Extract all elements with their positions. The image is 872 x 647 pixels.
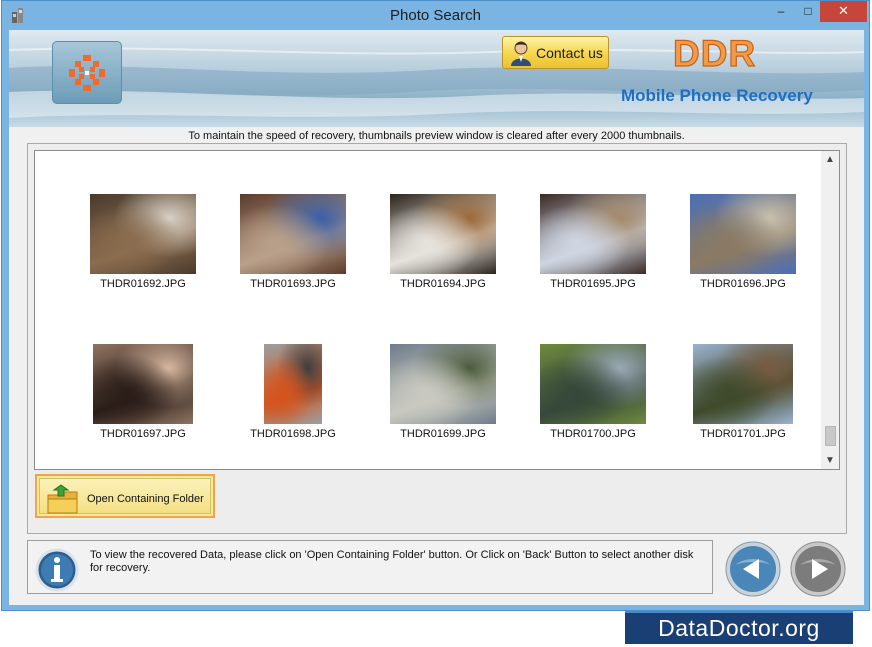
thumbnail-image[interactable] [93, 344, 193, 424]
thumbnail-item[interactable]: THDR01701.JPG [668, 344, 818, 454]
thumbnail-image[interactable] [693, 344, 793, 424]
header-banner: Contact us DDR Mobile Phone Recovery [9, 30, 864, 127]
thumbnail-image[interactable] [540, 194, 646, 274]
status-bar: To view the recovered Data, please click… [27, 540, 713, 594]
open-folder-label: Open Containing Folder [87, 493, 204, 505]
info-icon [35, 548, 79, 592]
thumbnail-grid: THDR01692.JPG THDR01693.JPG THDR01694.JPG T… [35, 151, 821, 469]
vertical-scrollbar[interactable]: ▲ ▼ [821, 151, 839, 469]
datadoctor-watermark: DataDoctor.org [625, 611, 853, 644]
thumbnail-notice: To maintain the speed of recovery, thumb… [188, 130, 685, 142]
title-bar[interactable]: Photo Search – □ ✕ [2, 1, 869, 30]
thumbnail-filename: THDR01699.JPG [400, 428, 486, 440]
thumbnail-image[interactable] [390, 194, 496, 274]
thumbnail-filename: THDR01700.JPG [550, 428, 636, 440]
thumbnail-item[interactable]: THDR01700.JPG [518, 344, 668, 454]
thumbnail-item[interactable]: THDR01697.JPG [68, 344, 218, 454]
thumbnail-image[interactable] [90, 194, 196, 274]
thumbnail-image[interactable] [240, 194, 346, 274]
thumbnail-filename: THDR01698.JPG [250, 428, 336, 440]
thumbnail-item[interactable]: THDR01693.JPG [218, 194, 368, 304]
client-area: Contact us DDR Mobile Phone Recovery To … [9, 30, 864, 605]
thumbnail-item[interactable]: THDR01694.JPG [368, 194, 518, 304]
thumbnail-image[interactable] [540, 344, 646, 424]
thumbnail-image[interactable] [390, 344, 496, 424]
open-folder-face: Open Containing Folder [39, 478, 211, 514]
thumbnail-item[interactable]: THDR01698.JPG [218, 344, 368, 454]
thumbnail-image[interactable] [690, 194, 796, 274]
close-button[interactable]: ✕ [820, 1, 867, 22]
open-containing-folder-button[interactable]: Open Containing Folder [35, 474, 215, 518]
thumbnail-filename: THDR01697.JPG [100, 428, 186, 440]
scroll-down-button[interactable]: ▼ [821, 452, 839, 469]
brand-logo-text: DDR [672, 32, 757, 74]
back-button[interactable] [725, 541, 781, 597]
logo-icon [69, 55, 105, 91]
thumbnail-filename: THDR01693.JPG [250, 278, 336, 290]
thumbnail-filename: THDR01696.JPG [700, 278, 786, 290]
thumbnail-filename: THDR01701.JPG [700, 428, 786, 440]
thumbnail-image[interactable] [264, 344, 322, 424]
app-logo [52, 41, 122, 104]
contact-us-button[interactable]: Contact us [502, 36, 609, 69]
product-name: Mobile Phone Recovery [621, 86, 813, 105]
maximize-button[interactable]: □ [797, 1, 819, 22]
scroll-thumb[interactable] [825, 426, 836, 446]
folder-up-icon [47, 484, 78, 514]
thumbnail-filename: THDR01692.JPG [100, 278, 186, 290]
window-title: Photo Search [390, 7, 481, 24]
status-message: To view the recovered Data, please click… [90, 549, 694, 574]
thumbnail-viewer[interactable]: THDR01692.JPG THDR01693.JPG THDR01694.JPG T… [34, 150, 840, 470]
thumbnail-item[interactable]: THDR01692.JPG [68, 194, 218, 304]
thumbnail-item[interactable]: THDR01695.JPG [518, 194, 668, 304]
results-panel: THDR01692.JPG THDR01693.JPG THDR01694.JPG T… [27, 143, 847, 534]
thumbnail-filename: THDR01695.JPG [550, 278, 636, 290]
scroll-up-button[interactable]: ▲ [821, 151, 839, 168]
contact-us-label: Contact us [536, 45, 603, 61]
thumbnail-filename: THDR01694.JPG [400, 278, 486, 290]
thumbnail-item[interactable]: THDR01696.JPG [668, 194, 818, 304]
minimize-button[interactable]: – [770, 1, 792, 22]
user-avatar-icon [511, 41, 531, 66]
thumbnail-item[interactable]: THDR01699.JPG [368, 344, 518, 454]
next-button[interactable] [790, 541, 846, 597]
main-window: Photo Search – □ ✕ Contact us DDR Mobile… [1, 0, 870, 611]
